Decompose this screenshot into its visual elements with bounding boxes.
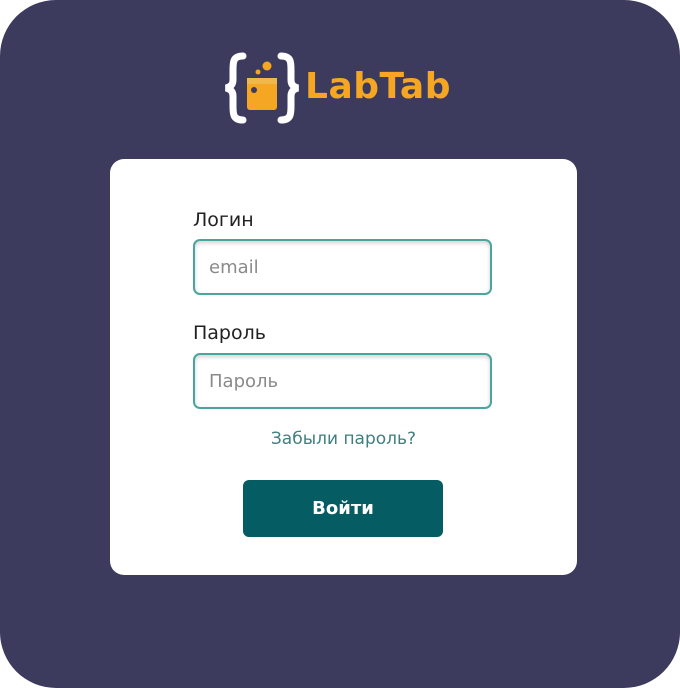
- email-input[interactable]: [193, 239, 492, 295]
- login-button[interactable]: Войти: [243, 480, 443, 537]
- login-label: Логин: [193, 209, 254, 231]
- brand-name: LabTab: [305, 66, 451, 107]
- brand-logo: LabTab: [225, 52, 451, 124]
- flask-braces-icon: [225, 52, 299, 124]
- login-screen: LabTab Логин Пароль Забыли пароль? Войти: [0, 0, 680, 688]
- forgot-password-link[interactable]: Забыли пароль?: [110, 429, 577, 449]
- login-card: Логин Пароль Забыли пароль? Войти: [110, 159, 577, 575]
- password-label: Пароль: [193, 322, 266, 344]
- password-input[interactable]: [193, 353, 492, 409]
